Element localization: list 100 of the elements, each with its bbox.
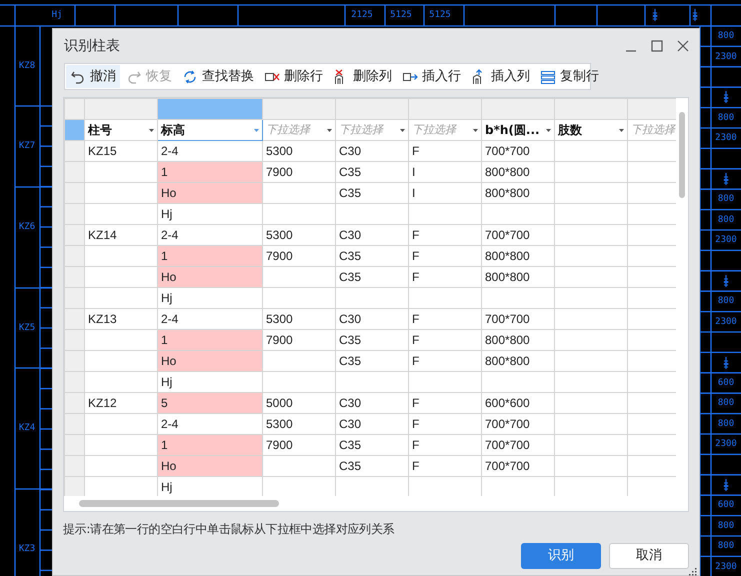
table-cell: F — [408, 266, 482, 288]
recognize-button[interactable]: 识别 — [521, 543, 601, 569]
table-cell: I — [408, 162, 482, 182]
table-cell — [628, 392, 678, 414]
cad-label: KZ4 — [18, 423, 36, 433]
cad-label: KZ5 — [18, 323, 36, 333]
toolbar-button[interactable]: 撤消 — [66, 65, 120, 88]
rebar-symbol-icon — [723, 91, 729, 104]
toolbar-button[interactable]: 插入行 — [398, 65, 465, 88]
table-cell: Hj — [158, 204, 262, 224]
column-selector[interactable] — [84, 98, 158, 120]
table-cell: F — [408, 414, 482, 434]
column-selector[interactable] — [628, 98, 678, 120]
table-cell: C35 — [336, 456, 408, 476]
table-cell — [628, 456, 678, 476]
table-cell — [628, 246, 678, 266]
column-selector[interactable] — [408, 98, 482, 120]
table-cell: 5300 — [262, 224, 336, 246]
table-cell — [628, 204, 678, 224]
table-cell: 7900 — [262, 246, 336, 266]
close-icon[interactable] — [677, 40, 689, 52]
table-cell: C35 — [336, 330, 408, 350]
table-cell: F — [408, 246, 482, 266]
cad-label: KZ3 — [18, 544, 36, 554]
caret-icon — [254, 128, 259, 132]
table-cell — [628, 182, 678, 204]
cad-label: 800 — [718, 31, 734, 42]
table-cell: KZ14 — [84, 224, 158, 246]
table-cell: Hj — [158, 476, 262, 498]
table-cell: 800*800 — [482, 350, 554, 372]
table-cell: 2-4 — [158, 308, 262, 330]
table-cell: 5300 — [262, 414, 336, 434]
table-cell: F — [408, 350, 482, 372]
table-cell: 600*600 — [482, 392, 554, 414]
toolbar-button[interactable]: 查找替换 — [178, 65, 258, 88]
cad-label: 600 — [718, 378, 734, 388]
resize-grip-icon[interactable] — [689, 568, 697, 576]
table-cell: 800*800 — [482, 162, 554, 182]
cad-label: 800 — [718, 112, 734, 123]
table-cell: C30 — [336, 308, 408, 330]
table-cell: KZ15 — [84, 140, 158, 162]
table-cell: Ho — [158, 266, 262, 288]
table-cell: C35 — [336, 434, 408, 456]
scrollbar-thumb[interactable] — [679, 112, 685, 198]
table-cell: C30 — [336, 140, 408, 162]
table-cell: 800*800 — [482, 266, 554, 288]
toolbar-button[interactable]: 删除列 — [329, 65, 396, 88]
toolbar-button[interactable]: 复制行 — [536, 65, 603, 88]
table-cell: 1 — [158, 434, 262, 456]
cad-label: 800 — [718, 541, 734, 552]
table-cell: 1 — [158, 162, 262, 182]
table-cell: 700*700 — [482, 308, 554, 330]
column-selector[interactable] — [554, 98, 628, 120]
column-selector[interactable] — [482, 98, 554, 120]
rebar-symbol-icon — [723, 479, 729, 491]
table-cell: 1 — [158, 330, 262, 350]
cad-label: KZ7 — [18, 141, 36, 151]
cad-label: 2300 — [715, 133, 737, 144]
cad-label: 5125 — [429, 10, 451, 20]
caret-icon — [473, 128, 478, 132]
table-cell: Ho — [158, 350, 262, 372]
table-cell: F — [408, 392, 482, 414]
cad-label: 2300 — [715, 316, 737, 327]
table-cell — [628, 288, 678, 308]
cad-label: 800 — [718, 520, 734, 531]
circular-arrows-icon — [182, 68, 198, 84]
table-cell: F — [408, 456, 482, 476]
table-cell — [628, 330, 678, 350]
cad-label: 2300 — [715, 562, 737, 572]
table-cell: Ho — [158, 456, 262, 476]
cad-label: 800 — [718, 194, 734, 204]
toolbar-button[interactable]: 插入列 — [467, 65, 534, 88]
cad-label: 800 — [718, 214, 734, 225]
caret-icon — [149, 128, 154, 132]
cancel-button[interactable]: 取消 — [609, 543, 689, 569]
column-selector[interactable] — [158, 98, 262, 120]
table-cell — [628, 224, 678, 246]
table-cell — [628, 414, 678, 434]
toolbar-button[interactable]: 删除行 — [260, 65, 327, 88]
table-cell: KZ12 — [84, 392, 158, 414]
table-cell: 1 — [158, 246, 262, 266]
table-cell: C35 — [336, 182, 408, 204]
table-cell: 2-4 — [158, 224, 262, 246]
cad-label: 800 — [718, 398, 734, 408]
table-cell: 700*700 — [482, 456, 554, 476]
rebar-symbol-icon — [723, 173, 729, 185]
table-cell: 5300 — [262, 308, 336, 330]
cad-label: 2300 — [715, 439, 737, 450]
maximize-icon[interactable] — [651, 40, 663, 52]
table-cell: F — [408, 308, 482, 330]
table-cell — [628, 350, 678, 372]
scrollbar-thumb[interactable] — [79, 500, 279, 507]
table-cell: F — [408, 224, 482, 246]
column-selector[interactable] — [262, 98, 336, 120]
table-cell: 7900 — [262, 162, 336, 182]
column-selector[interactable] — [336, 98, 408, 120]
table-cell: 5000 — [262, 392, 336, 414]
table-cell: 800*800 — [482, 246, 554, 266]
table-cell: C30 — [336, 224, 408, 246]
table-cell: 2-4 — [158, 414, 262, 434]
